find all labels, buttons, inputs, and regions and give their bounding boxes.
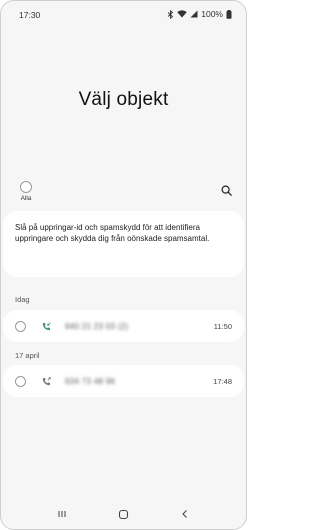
status-bar: 17:30 100% bbox=[1, 1, 246, 27]
phone-screen: 17:30 100% Välj objekt Alla Slå på uppri… bbox=[0, 0, 247, 530]
page-title: Välj objekt bbox=[78, 89, 169, 110]
phone-number: 940 21 23 03 (2) bbox=[65, 321, 129, 331]
section-header-today: Idag bbox=[15, 295, 30, 304]
call-time: 17:48 bbox=[213, 376, 232, 386]
phone-number: 634 73 48 96 bbox=[65, 376, 116, 386]
outgoing-call-icon bbox=[42, 376, 51, 386]
call-log-row[interactable]: 940 21 23 03 (2) 11:50 bbox=[3, 310, 244, 342]
row-select-radio[interactable] bbox=[15, 320, 26, 332]
navigation-bar bbox=[1, 499, 246, 529]
call-log-row[interactable]: 634 73 48 96 17:48 bbox=[3, 365, 244, 397]
caller-id-info-card[interactable]: Slå på uppringar-id och spamskydd för at… bbox=[3, 211, 244, 277]
back-icon[interactable] bbox=[180, 509, 190, 519]
battery-icon bbox=[226, 9, 232, 19]
wifi-icon bbox=[177, 10, 187, 18]
select-all-radio[interactable] bbox=[20, 181, 32, 193]
status-icons: 100% bbox=[167, 9, 232, 19]
row-select-radio[interactable] bbox=[15, 375, 26, 387]
signal-icon bbox=[190, 10, 198, 18]
status-time: 17:30 bbox=[19, 10, 41, 20]
search-icon[interactable] bbox=[221, 183, 232, 201]
select-all-label: Alla bbox=[20, 195, 32, 202]
bluetooth-icon bbox=[167, 9, 174, 19]
recents-icon[interactable] bbox=[57, 509, 67, 519]
home-icon[interactable] bbox=[118, 509, 129, 520]
battery-percent: 100% bbox=[201, 9, 223, 19]
section-header-date: 17 april bbox=[15, 351, 40, 360]
info-card-text: Slå på uppringar-id och spamskydd för at… bbox=[15, 223, 210, 243]
call-time: 11:50 bbox=[213, 321, 232, 331]
incoming-call-icon bbox=[42, 321, 51, 331]
select-all-checkbox[interactable]: Alla bbox=[14, 181, 38, 202]
